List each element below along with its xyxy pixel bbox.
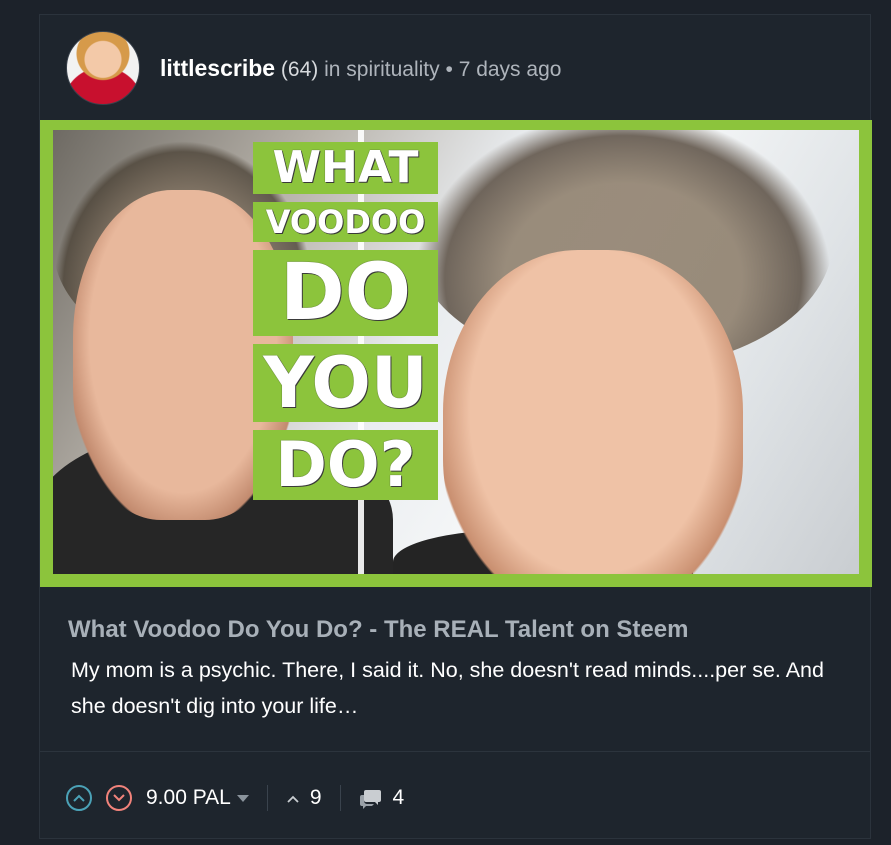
post-footer: 9.00 PAL 9 4: [66, 781, 404, 815]
avatar[interactable]: [66, 31, 140, 105]
comments-button[interactable]: 4: [359, 786, 405, 810]
downvote-button[interactable]: [106, 785, 132, 811]
voters-button[interactable]: 9: [286, 786, 322, 810]
footer-separator: [266, 785, 268, 811]
hero-face-right: [443, 250, 743, 574]
post-meta: littlescribe (64) in spirituality • 7 da…: [160, 55, 561, 82]
vote-count: 9: [309, 786, 322, 809]
post-hero-image[interactable]: WHAT VOODOO DO YOU DO?: [40, 120, 872, 587]
post-excerpt[interactable]: My mom is a psychic. There, I said it. N…: [71, 652, 831, 724]
author-link[interactable]: littlescribe: [160, 55, 275, 81]
comment-count: 4: [392, 786, 405, 809]
footer-separator: [339, 785, 341, 811]
author-reputation: (64): [280, 57, 319, 81]
post-timestamp[interactable]: 7 days ago: [459, 58, 562, 81]
caret-down-icon: [236, 794, 249, 802]
hero-title-stack: WHAT VOODOO DO YOU DO?: [253, 142, 438, 500]
hero-title-line: YOU: [253, 344, 438, 422]
upvote-button[interactable]: [66, 785, 92, 811]
meta-separator: •: [445, 57, 453, 81]
category-link[interactable]: in spirituality: [324, 58, 440, 81]
post-card: littlescribe (64) in spirituality • 7 da…: [39, 14, 872, 839]
hero-title-line: VOODOO: [253, 202, 438, 242]
hero-title-line: DO?: [253, 430, 438, 500]
payout-dropdown[interactable]: 9.00 PAL: [146, 786, 249, 810]
chevron-down-icon: [113, 794, 125, 802]
chevron-up-icon: [73, 794, 85, 802]
payout-value: 9.00 PAL: [146, 786, 231, 809]
footer-divider: [40, 751, 870, 752]
hero-photo: WHAT VOODOO DO YOU DO?: [53, 130, 859, 574]
post-title[interactable]: What Voodoo Do You Do? - The REAL Talent…: [68, 616, 848, 644]
post-header: littlescribe (64) in spirituality • 7 da…: [66, 31, 561, 105]
hero-title-line: DO: [253, 250, 438, 336]
hero-title-line: WHAT: [253, 142, 438, 194]
comment-bubbles-icon: [359, 790, 381, 809]
chevron-up-icon: [287, 795, 299, 803]
